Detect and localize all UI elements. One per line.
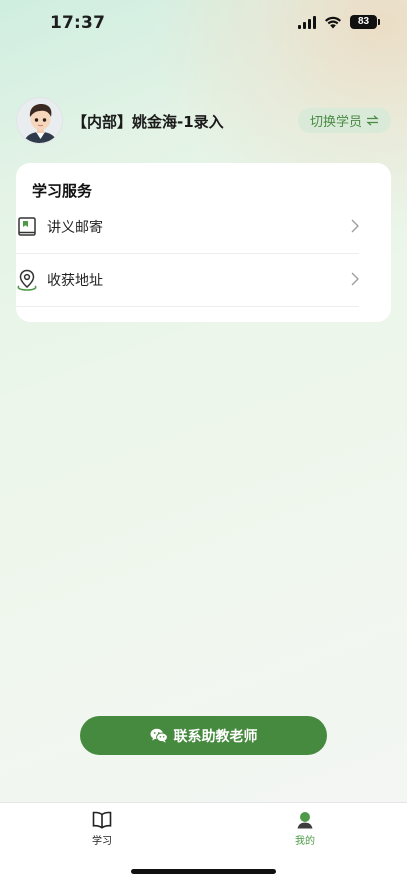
tab-label: 我的 [295, 836, 315, 847]
tab-mine[interactable]: 我的 [275, 811, 335, 847]
status-icons: 83 [298, 15, 380, 29]
swap-arrows-icon [366, 115, 379, 126]
switch-student-button[interactable]: 切换学员 [297, 108, 391, 133]
profile-header: 【内部】姚金海-1录入 切换学员 [16, 97, 391, 145]
profile-name: 【内部】姚金海-1录入 [72, 113, 224, 131]
status-time: 17:37 [50, 13, 106, 33]
chevron-right-icon [351, 272, 359, 286]
battery-indicator: 83 [350, 15, 380, 29]
home-indicator [131, 869, 276, 874]
cellular-signal-icon [298, 15, 316, 29]
divider [16, 306, 359, 307]
service-item-handout-mailing[interactable]: 讲义邮寄 [16, 201, 359, 253]
tab-study[interactable]: 学习 [72, 811, 132, 847]
wifi-icon [325, 16, 341, 28]
avatar[interactable] [16, 97, 63, 144]
card-title: 学习服务 [32, 182, 93, 200]
open-book-icon [92, 811, 112, 829]
service-item-label: 收获地址 [47, 273, 103, 289]
contact-assistant-button[interactable]: 联系助教老师 [80, 716, 327, 755]
person-icon [297, 812, 313, 829]
contact-assistant-label: 联系助教老师 [173, 728, 258, 745]
status-bar: 17:37 83 [0, 0, 407, 50]
service-item-address[interactable]: 收获地址 [16, 254, 359, 306]
tab-label: 学习 [92, 836, 112, 847]
chevron-right-icon [351, 219, 359, 233]
location-pin-icon [16, 269, 38, 291]
service-item-label: 讲义邮寄 [47, 220, 103, 236]
wechat-icon [150, 728, 168, 743]
book-icon [16, 216, 38, 238]
switch-student-label: 切换学员 [309, 115, 362, 130]
